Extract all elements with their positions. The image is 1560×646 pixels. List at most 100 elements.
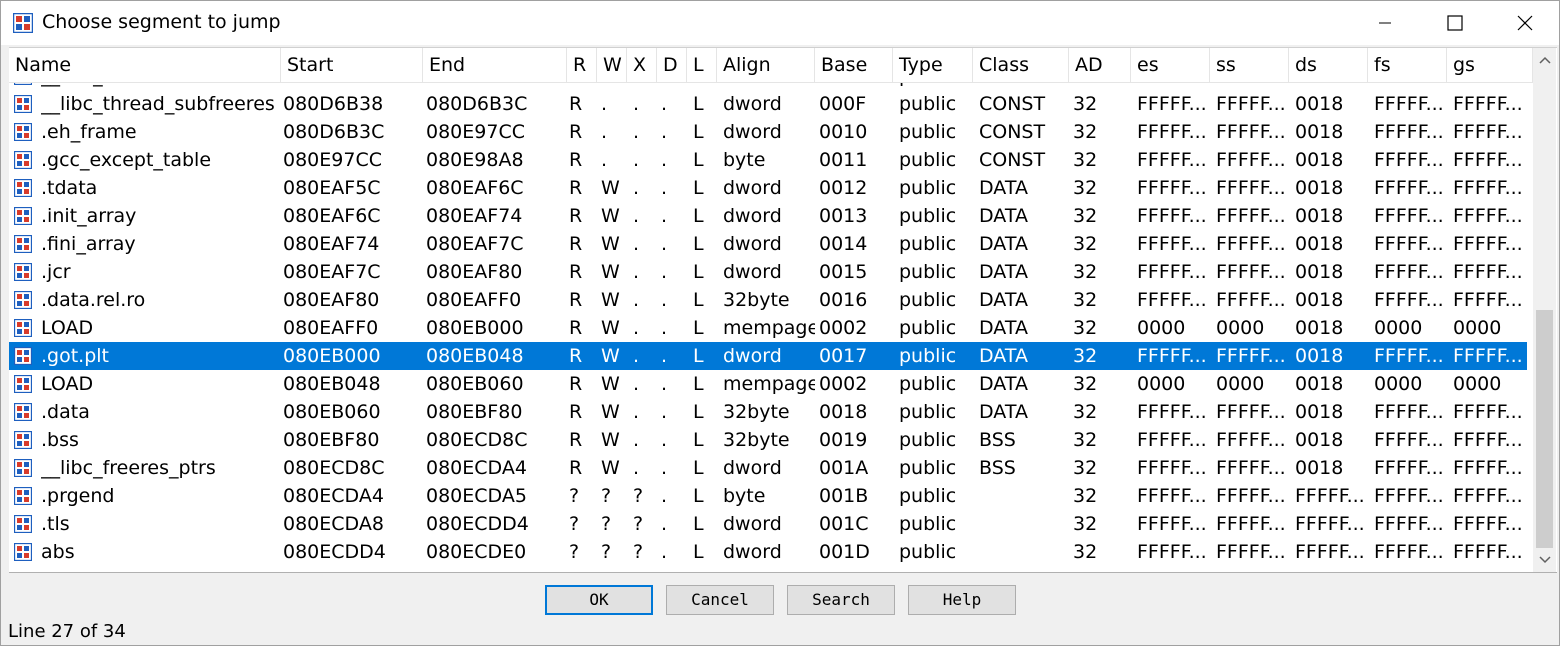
segment-row[interactable]: abs 080ECDD4 080ECDE0???. Ldword 001D public 3… xyxy=(9,538,1527,566)
column-header-ad[interactable]: AD xyxy=(1069,48,1131,82)
segment-icon xyxy=(14,263,32,281)
segment-row[interactable]: .tdata 080EAF5C 080EAF6C R W.. Ldword 0012 publ… xyxy=(9,174,1527,202)
cell-fs: 0000 xyxy=(1374,317,1423,339)
cell-class: CONST xyxy=(979,121,1046,143)
cell-end: 080EB000 xyxy=(426,317,524,339)
cell-x: . xyxy=(633,205,640,227)
cell-gs: 0000 xyxy=(1453,317,1502,339)
cell-w: W xyxy=(601,261,620,283)
cell-fs: FFFFF... xyxy=(1374,485,1444,507)
column-header-es[interactable]: es xyxy=(1131,48,1210,82)
cancel-button[interactable]: Cancel xyxy=(666,585,774,615)
column-header-x[interactable]: X xyxy=(627,48,657,82)
segment-row[interactable]: .fini_array 080EAF74 080EAF7C R W.. Ldword 001… xyxy=(9,230,1527,258)
segment-row[interactable]: __libc_atexit080D6B34080D6B38R... Ldword 0… xyxy=(9,83,1527,90)
cell-base: 0011 xyxy=(819,149,868,171)
cell-ds: 0018 xyxy=(1295,457,1344,479)
cell-gs: FFFFF... xyxy=(1453,401,1523,423)
column-header-d[interactable]: D xyxy=(657,48,687,82)
segment-icon xyxy=(14,291,32,309)
segment-row-selected[interactable]: .got.plt 080EB000 080EB048 R W.. Ldword 0017 pu… xyxy=(9,342,1527,370)
cell-d: . xyxy=(661,121,668,143)
segment-row[interactable]: .bss 080EBF80 080ECD8C R W.. L 32byte 0019 publi… xyxy=(9,426,1527,454)
cell-ds: 0018 xyxy=(1295,345,1344,367)
cell-end: 080ECD8C xyxy=(426,429,528,451)
dialog-title: Choose segment to jump xyxy=(42,11,281,33)
column-header-fs[interactable]: fs xyxy=(1368,48,1447,82)
column-header-base[interactable]: Base xyxy=(815,48,893,82)
column-header-ss[interactable]: ss xyxy=(1210,48,1289,82)
segment-row[interactable]: __libc_freeres_ptrs 080ECD8C 080ECDA4 R W.. L… xyxy=(9,454,1527,482)
scroll-up-arrow[interactable] xyxy=(1533,48,1556,72)
cell-w: W xyxy=(601,373,620,395)
column-header-ds[interactable]: ds xyxy=(1289,48,1368,82)
segment-row[interactable]: LOAD 080EB048 080EB060 R W.. Lmempage 0002 publ… xyxy=(9,370,1527,398)
cell-ds: 0018 xyxy=(1295,429,1344,451)
column-header-r[interactable]: R xyxy=(567,48,597,82)
cell-w: . xyxy=(601,93,608,115)
segment-row[interactable]: .jcr 080EAF7C 080EAF80 R W.. Ldword 0015 public… xyxy=(9,258,1527,286)
column-header-w[interactable]: W xyxy=(597,48,627,82)
segment-row[interactable]: .gcc_except_table 080E97CC 080E98A8 R... Lby… xyxy=(9,146,1527,174)
cell-es: FFFFF... xyxy=(1137,289,1207,311)
cell-d: . xyxy=(661,541,668,563)
segment-row[interactable]: .prgend 080ECDA4 080ECDA5???. Lbyte 001B publ… xyxy=(9,482,1527,510)
column-header-end[interactable]: End xyxy=(423,48,567,82)
segment-row[interactable]: .tls 080ECDA8 080ECDD4???. Ldword 001C public… xyxy=(9,510,1527,538)
cell-class: DATA xyxy=(979,289,1028,311)
cell-r: ? xyxy=(569,513,580,535)
cell-gs: FFFFF... xyxy=(1453,205,1523,227)
cell-ss: FFFFF... xyxy=(1216,177,1286,199)
cell-type: public xyxy=(899,513,957,535)
column-header-type[interactable]: Type xyxy=(893,48,973,82)
column-header-start[interactable]: Start xyxy=(281,48,423,82)
column-header-gs[interactable]: gs xyxy=(1447,48,1533,82)
cell-r: R xyxy=(569,401,583,423)
help-button[interactable]: Help xyxy=(908,585,1016,615)
cell-type: public xyxy=(899,373,957,395)
cell-base: 0014 xyxy=(819,233,868,255)
segment-row[interactable]: LOAD 080EAFF0 080EB000 R W.. Lmempage 0002 publ… xyxy=(9,314,1527,342)
segment-row[interactable]: __libc_thread_subfreeres 080D6B38 080D6B3C… xyxy=(9,90,1527,118)
segment-icon xyxy=(14,319,32,337)
maximize-button[interactable] xyxy=(1432,1,1478,45)
cell-gs: FFFFF... xyxy=(1453,121,1523,143)
close-button[interactable] xyxy=(1502,1,1548,45)
cell-es: FFFFF... xyxy=(1137,345,1207,367)
column-header-l[interactable]: L xyxy=(687,48,717,82)
segment-row[interactable]: .data.rel.ro 080EAF80 080EAFF0 R W.. L 32byte 0… xyxy=(9,286,1527,314)
vertical-scrollbar[interactable] xyxy=(1533,48,1556,572)
scroll-thumb[interactable] xyxy=(1536,310,1553,548)
cell-l: L xyxy=(693,121,704,143)
minimize-button[interactable] xyxy=(1362,1,1408,45)
cell-end: 080E98A8 xyxy=(426,149,524,171)
cell-base: 0019 xyxy=(819,429,868,451)
cell-x: . xyxy=(633,429,640,451)
cell-gs: FFFFF... xyxy=(1453,93,1523,115)
segment-row[interactable]: .eh_frame 080D6B3C 080E97CC R... Ldword 0010 p… xyxy=(9,118,1527,146)
cell-ds: 0018 xyxy=(1295,373,1344,395)
column-header-row: Name Start End R W X D L Align Base Type Class AD es s… xyxy=(9,48,1533,83)
column-header-class[interactable]: Class xyxy=(973,48,1069,82)
cell-align: dword xyxy=(723,83,815,90)
column-header-align[interactable]: Align xyxy=(717,48,815,82)
cell-gs: FFFFF... xyxy=(1453,149,1523,171)
cell-name: __libc_freeres_ptrs xyxy=(41,457,216,479)
segment-row[interactable]: .init_array 080EAF6C 080EAF74 R W.. Ldword 001… xyxy=(9,202,1527,230)
cell-r: R xyxy=(569,205,583,227)
segment-list[interactable]: Name Start End R W X D L Align Base Type Class AD es s… xyxy=(9,47,1557,573)
cell-d: . xyxy=(661,289,668,311)
segment-row[interactable]: .data 080EB060 080EBF80 R W.. L 32byte 0018 publ… xyxy=(9,398,1527,426)
scroll-down-arrow[interactable] xyxy=(1533,548,1556,572)
ok-button[interactable]: OK xyxy=(545,585,653,615)
cell-align: dword xyxy=(723,177,782,199)
segment-icon xyxy=(14,543,32,561)
cell-start: 080EAF5C xyxy=(283,177,381,199)
cell-d: . xyxy=(661,261,668,283)
cell-l: L xyxy=(693,345,704,367)
column-header-name[interactable]: Name xyxy=(9,48,281,82)
cell-ad: 32 xyxy=(1073,205,1098,227)
cell-r: R xyxy=(569,177,583,199)
cell-es: FFFFF... xyxy=(1137,513,1207,535)
search-button[interactable]: Search xyxy=(787,585,895,615)
